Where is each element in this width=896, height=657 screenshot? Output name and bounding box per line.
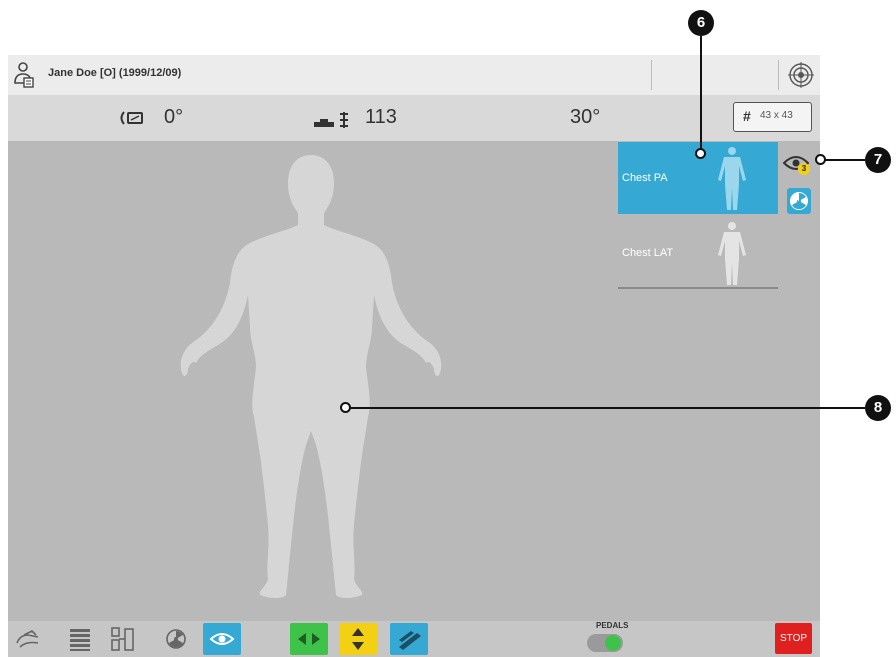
rotation-icon <box>120 111 143 125</box>
callout-line <box>700 36 702 154</box>
callout-7: 7 <box>865 147 891 173</box>
callout-line <box>350 407 865 409</box>
callout-dot <box>815 154 826 165</box>
procedure-label: Chest LAT <box>622 247 674 259</box>
callout-line <box>823 159 865 161</box>
detector-size-label: 43 x 43 <box>760 110 793 121</box>
stop-button[interactable]: STOP <box>775 623 812 654</box>
horizontal-arrows-icon <box>298 633 320 645</box>
collimator-icon[interactable] <box>109 625 137 653</box>
callout-6: 6 <box>688 10 714 36</box>
grid-icon[interactable] <box>66 625 94 653</box>
radiation-icon <box>790 192 808 210</box>
callout-dot <box>695 148 706 159</box>
radiation-icon[interactable] <box>162 625 190 653</box>
body-thumbnail-icon <box>718 222 746 285</box>
callout-dot <box>340 402 351 413</box>
patient-bar: Jane Doe [O] (1999/12/09) <box>8 55 820 95</box>
eye-view-toggle-button[interactable] <box>203 623 241 655</box>
exposure-count-badge: 3 <box>798 163 810 175</box>
application-screen: Jane Doe [O] (1999/12/09) 0° 113 30° # 4… <box>8 55 820 657</box>
vertical-arrows-icon <box>352 628 364 650</box>
procedure-item-chest-lat[interactable]: Chest LAT <box>618 217 778 289</box>
grid-hash-icon: # <box>743 108 751 124</box>
rotation-value: 0° <box>164 106 184 128</box>
horizontal-move-button[interactable] <box>290 623 328 655</box>
tilt-button[interactable] <box>390 623 428 655</box>
vertical-move-button[interactable] <box>339 623 377 655</box>
hand-icon[interactable] <box>14 625 42 653</box>
patient-name: Jane Doe [O] (1999/12/09) <box>48 67 182 79</box>
body-silhouette[interactable] <box>176 155 446 605</box>
callout-8: 8 <box>865 395 891 421</box>
body-thumbnail-icon <box>718 147 746 210</box>
detector-size-button[interactable]: # 43 x 43 <box>733 102 812 132</box>
radiation-button[interactable] <box>787 188 811 214</box>
bottom-toolbar: PEDALS STOP <box>8 621 820 657</box>
table-height-icon <box>314 112 348 128</box>
pedals-label: PEDALS <box>596 621 629 630</box>
divider <box>651 60 652 90</box>
pedals-toggle-knob <box>605 635 621 651</box>
height-value: 113 <box>365 106 397 128</box>
eye-view-button[interactable]: 3 <box>783 155 813 177</box>
procedure-label: Chest PA <box>622 172 668 184</box>
patient-icon[interactable] <box>12 61 36 89</box>
angle-value: 30° <box>570 106 601 128</box>
divider <box>778 60 779 90</box>
pedals-toggle[interactable] <box>587 634 623 652</box>
parameter-bar: 0° 113 30° # 43 x 43 <box>8 95 820 141</box>
eye-icon <box>209 633 235 645</box>
procedure-list: Chest PA Chest LAT <box>618 141 778 291</box>
tilt-icon <box>399 631 421 650</box>
target-icon[interactable] <box>788 62 814 88</box>
